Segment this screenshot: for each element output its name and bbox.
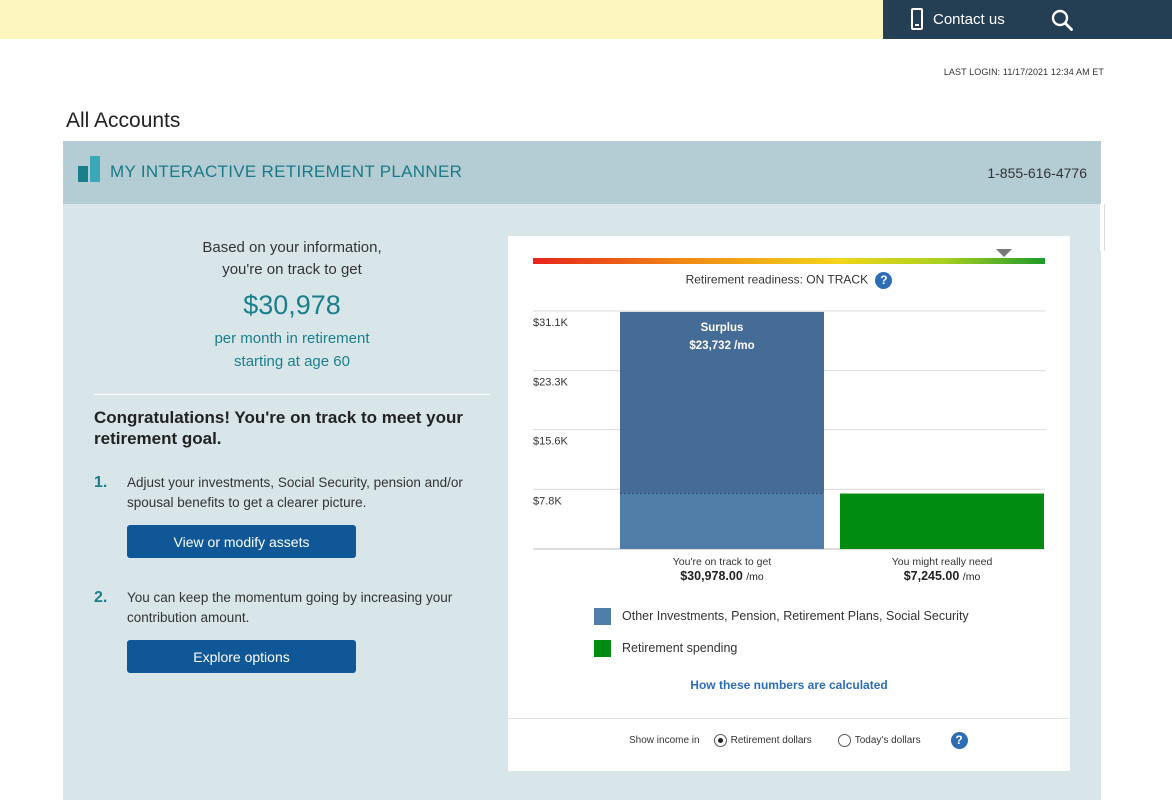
- legend-label: Other Investments, Pension, Retirement P…: [622, 609, 969, 623]
- search-icon[interactable]: [1051, 9, 1073, 31]
- income-toggle-label: Show income in: [629, 735, 700, 746]
- income-toggle: Show income in Retirement dollars Today'…: [629, 732, 968, 749]
- unit-label: /mo: [746, 571, 764, 583]
- step-number: 1.: [94, 474, 108, 491]
- planner-logo-icon: [78, 156, 102, 182]
- y-tick-label: $23.3K: [533, 377, 569, 389]
- scroll-handle[interactable]: [1100, 204, 1105, 251]
- y-tick-label: $31.1K: [533, 317, 569, 329]
- step-1: 1. Adjust your investments, Social Secur…: [94, 473, 490, 558]
- retirement-planner-panel: MY INTERACTIVE RETIREMENT PLANNER 1-855-…: [63, 141, 1101, 800]
- legend-item-spending: Retirement spending: [594, 639, 969, 657]
- radio-button[interactable]: [837, 734, 851, 747]
- radio-button[interactable]: [713, 734, 727, 747]
- value-label: $7,245.00 /mo: [904, 569, 981, 583]
- congrats-heading: Congratulations! You're on track to meet…: [94, 408, 463, 448]
- last-login: LAST LOGIN: 11/17/2021 12:34 AM ET: [943, 67, 1104, 77]
- summary-line-4: starting at age 60: [234, 353, 350, 370]
- radio-retirement-dollars[interactable]: Retirement dollars: [713, 734, 812, 747]
- surplus-value: $23,732 /mo: [689, 340, 754, 352]
- explore-options-button[interactable]: Explore options: [127, 640, 356, 673]
- surplus-label: Surplus: [701, 322, 744, 334]
- bar-need: [840, 493, 1044, 549]
- radio-label: Retirement dollars: [730, 735, 812, 746]
- planner-title: MY INTERACTIVE RETIREMENT PLANNER: [110, 162, 463, 181]
- income-bar-chart: $31.1K $23.3K $15.6K $7.8K Surplus $23,732 /m…: [533, 310, 1045, 583]
- radio-todays-dollars[interactable]: Today's dollars: [837, 734, 921, 747]
- planner-header: MY INTERACTIVE RETIREMENT PLANNER 1-855-…: [63, 141, 1101, 204]
- category-label: You're on track to get: [673, 556, 772, 568]
- step-number: 2.: [94, 589, 108, 606]
- top-nav: Contact us: [883, 0, 1172, 39]
- legend-swatch: [594, 639, 611, 657]
- how-numbers-calculated-link[interactable]: How these numbers are calculated: [508, 678, 1070, 692]
- contact-us-label: Contact us: [933, 10, 1005, 28]
- summary-line-3: per month in retirement: [214, 330, 370, 347]
- y-tick-label: $7.8K: [533, 495, 562, 507]
- y-tick-label: $15.6K: [533, 436, 569, 448]
- contact-us-link[interactable]: Contact us: [911, 8, 1005, 30]
- legend-swatch: [594, 607, 611, 625]
- divider: [94, 394, 490, 395]
- step-text: You can keep the momentum going by incre…: [127, 590, 453, 625]
- phone-icon: [911, 8, 923, 30]
- monthly-income-amount: $30,978: [243, 290, 341, 320]
- view-modify-assets-button[interactable]: View or modify assets: [127, 525, 356, 558]
- planner-summary-column: Based on your information, you're on tra…: [94, 204, 490, 673]
- step-2: 2. You can keep the momentum going by in…: [94, 588, 490, 673]
- income-summary: Based on your information, you're on tra…: [94, 204, 490, 373]
- legend-label: Retirement spending: [622, 641, 738, 655]
- planner-phone: 1-855-616-4776: [987, 165, 1087, 181]
- divider: [508, 718, 1070, 719]
- page-title: All Accounts: [66, 109, 181, 132]
- step-text: Adjust your investments, Social Security…: [127, 475, 463, 510]
- retirement-chart-card: Retirement readiness: ON TRACK ? $31.1K $…: [508, 236, 1070, 771]
- chart-legend: Other Investments, Pension, Retirement P…: [594, 607, 969, 671]
- summary-line-2: you're on track to get: [222, 261, 362, 278]
- summary-line-1: Based on your information,: [202, 239, 382, 256]
- legend-item-investments: Other Investments, Pension, Retirement P…: [594, 607, 969, 625]
- unit-label: /mo: [963, 571, 981, 583]
- radio-label: Today's dollars: [854, 735, 921, 746]
- category-label: You might really need: [892, 556, 993, 568]
- help-icon[interactable]: ?: [950, 732, 968, 749]
- bar-on-track-base: [620, 493, 824, 549]
- value-label: $30,978.00 /mo: [680, 569, 764, 583]
